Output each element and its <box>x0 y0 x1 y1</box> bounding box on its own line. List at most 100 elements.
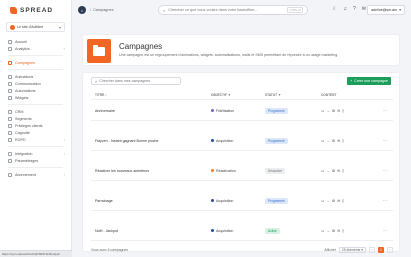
sidebar-item-label: Widgets <box>15 95 29 100</box>
sidebar-item[interactable]: Analytics › <box>0 45 71 52</box>
campaign-content: ▭ → ⚙ ✉ ▯ <box>321 169 371 173</box>
folder-icon: ▭ <box>321 168 325 173</box>
sidebar-item[interactable]: Animations <box>0 73 71 80</box>
breadcrumb: / Campagnes <box>90 8 114 12</box>
status-badge: Désactivé <box>265 167 285 174</box>
sidebar-item[interactable]: RGPD › <box>0 136 71 143</box>
sidebar-item[interactable]: Campagnes <box>0 59 71 66</box>
per-page-select[interactable]: 25 éléments ▾ <box>338 247 366 253</box>
mail-icon: ✉ <box>337 138 341 143</box>
campaign-title[interactable]: Anniversaire <box>91 109 211 113</box>
nav-icon <box>8 158 12 163</box>
workflow-icon: ⚙ <box>332 228 336 233</box>
filter-icon: ▼ <box>227 93 231 97</box>
sidebar-item[interactable]: Widgets <box>0 94 71 101</box>
campaign-search-input[interactable] <box>99 79 177 83</box>
messages-icon[interactable]: ✉ <box>362 6 366 12</box>
site-selector[interactable]: Le site d'Adeline ▾ <box>6 22 65 32</box>
sidebar-item-label: Animations <box>15 74 34 79</box>
notifications-icon[interactable]: ♫ <box>343 6 347 12</box>
sidebar-item[interactable]: Intégration › <box>0 150 71 157</box>
objective-dot <box>211 139 214 142</box>
column-status[interactable]: STATUT ▼ <box>265 93 321 97</box>
next-page-button[interactable]: › <box>387 247 393 253</box>
campaign-content: ▭ → ⚙ ✉ ▯ <box>321 199 371 203</box>
campaign-title[interactable]: Noël - Jackpot <box>91 229 211 233</box>
nav-icon <box>8 81 12 86</box>
brand-logo[interactable]: SPREAD <box>0 0 71 20</box>
campaign-title[interactable]: Réactiver les nouveaux acheteurs <box>91 169 211 173</box>
more-options-icon[interactable]: ⋯ <box>383 168 387 173</box>
global-search[interactable]: ⌕ CTRL+K <box>158 5 308 15</box>
sidebar-item-label: RGPD <box>15 137 26 142</box>
table-row[interactable]: Noël - Jackpot Acquisition Active ▭ → ⚙ ✉ ▯ ⋯ <box>91 221 393 241</box>
sidebar-item-label: Intégration <box>15 151 33 156</box>
sidebar-item[interactable]: Privilèges clients <box>0 122 71 129</box>
more-options-icon[interactable]: ⋯ <box>383 108 387 113</box>
workflow-icon: ⚙ <box>332 108 336 113</box>
nav-icon <box>8 88 12 93</box>
objective-label: Acquisition <box>216 228 234 233</box>
table-row[interactable]: Anniversaire Fidélisation Programmé ▭ → ⚙ ✉ ▯ ⋯ <box>91 101 393 121</box>
arrow-icon: → <box>326 228 330 233</box>
sidebar-item[interactable]: Accueil <box>0 38 71 45</box>
campaign-title[interactable]: Parrainage <box>91 199 211 203</box>
breadcrumb-separator: / <box>90 8 92 12</box>
topbar-icons: ☾ ♫ ? ✉ <box>333 6 366 12</box>
create-campaign-label: Créer une campagne <box>354 79 388 83</box>
nav-icon <box>8 116 12 121</box>
global-search-input[interactable] <box>168 8 285 12</box>
nav-icon <box>8 151 12 156</box>
home-button[interactable]: ⌂ <box>78 6 86 14</box>
more-options-icon[interactable]: ⋯ <box>383 228 387 233</box>
spread-logo-icon <box>10 6 17 14</box>
campaign-title[interactable]: Flayven - Instant gagnant Bonne pioche <box>91 139 211 143</box>
more-options-icon[interactable]: ⋯ <box>383 198 387 203</box>
column-objective[interactable]: OBJECTIF ▼ <box>211 93 265 97</box>
table-row[interactable]: Réactiver les nouveaux acheteurs Réactiva… <box>91 161 393 181</box>
per-page-value: 25 éléments <box>341 248 361 252</box>
nav-divider <box>8 104 63 105</box>
user-email: adeline@sm.am <box>371 8 398 12</box>
user-menu[interactable]: adeline@sm.am ▾ <box>367 5 405 15</box>
current-page[interactable]: 1 <box>378 247 384 253</box>
sidebar-item[interactable]: Communication <box>0 80 71 87</box>
column-title-label: TITRE <box>95 93 105 97</box>
objective-label: Réactivation <box>216 168 236 173</box>
sidebar-item-label: Privilèges clients <box>15 123 43 128</box>
site-name: Le site d'Adeline <box>17 25 44 29</box>
nav-icon <box>8 137 12 142</box>
more-options-icon[interactable]: ⋯ <box>383 138 387 143</box>
per-page-label: Afficher <box>324 248 336 252</box>
table-row[interactable]: Parrainage Acquisition Programmé ▭ → ⚙ ✉ ▯ ⋯ <box>91 191 393 211</box>
campaign-status: Programmé <box>265 197 321 204</box>
objective-dot <box>211 199 214 202</box>
objective-label: Acquisition <box>216 138 234 143</box>
sidebar-item-label: CRM <box>15 109 24 114</box>
page-title: Campagnes <box>119 42 163 51</box>
column-title[interactable]: TITRE ↕ <box>91 93 211 97</box>
breadcrumb-current[interactable]: Campagnes <box>93 8 113 12</box>
mobile-icon: ▯ <box>342 198 345 203</box>
sidebar-item[interactable]: Segments <box>0 115 71 122</box>
status-badge: Active <box>265 227 280 234</box>
status-badge: Programmé <box>265 197 288 204</box>
sidebar-item[interactable]: Automations <box>0 87 71 94</box>
sidebar-item[interactable]: Cagnotte <box>0 129 71 136</box>
create-campaign-button[interactable]: + Créer une campagne <box>347 77 391 85</box>
prev-page-button[interactable]: ‹ <box>369 247 375 253</box>
search-icon: ⌕ <box>95 78 98 84</box>
sidebar-item[interactable]: Paramétrages <box>0 157 71 164</box>
help-icon[interactable]: ? <box>353 6 356 12</box>
campaign-search[interactable]: ⌕ <box>91 77 181 85</box>
campaign-count: Vous avez 6 campagnes <box>91 248 128 252</box>
sidebar-item-label: Segments <box>15 116 32 121</box>
nav-divider <box>8 167 63 168</box>
dark-mode-icon[interactable]: ☾ <box>333 6 337 12</box>
sidebar-item[interactable]: Abonnement › <box>0 171 71 178</box>
sidebar-item[interactable]: CRM <box>0 108 71 115</box>
topbar: ⌂ / Campagnes ⌕ CTRL+K ☾ ♫ ? ✉ adeline@s… <box>72 0 411 20</box>
campaign-status: Programmé <box>265 107 321 114</box>
nav-divider <box>8 69 63 70</box>
table-row[interactable]: Flayven - Instant gagnant Bonne pioche Ac… <box>91 131 393 151</box>
